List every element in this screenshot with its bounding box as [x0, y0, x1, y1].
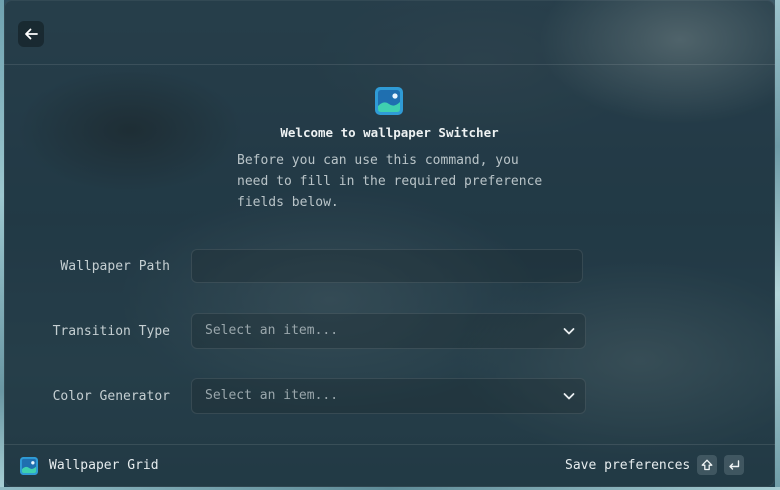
- shift-key-hint: [697, 455, 717, 475]
- wallpaper-path-input[interactable]: [192, 250, 582, 282]
- page-description: Before you can use this command, you nee…: [237, 153, 543, 210]
- save-preferences-button[interactable]: Save preferences: [565, 458, 690, 473]
- transition-type-dropdown[interactable]: Select an item...: [191, 313, 586, 349]
- wallpaper-path-field[interactable]: [191, 249, 583, 283]
- shift-icon: [701, 459, 713, 471]
- command-title: Wallpaper Grid: [49, 458, 159, 473]
- enter-icon: [729, 460, 740, 470]
- arrow-left-icon: [25, 28, 38, 40]
- wallpaper-image-icon: [375, 87, 403, 115]
- transition-type-label: Transition Type: [52, 324, 170, 339]
- header-bar: [4, 0, 775, 65]
- page-title: Welcome to wallpaper Switcher: [280, 125, 499, 140]
- action-bar: Wallpaper Grid Save preferences: [4, 444, 775, 488]
- launcher-window: Welcome to wallpaper Switcher Before you…: [4, 0, 775, 487]
- chevron-down-icon: [563, 393, 575, 400]
- wallpaper-path-label: Wallpaper Path: [60, 259, 170, 274]
- wallpaper-edge-right: [775, 0, 780, 490]
- chevron-down-icon: [563, 328, 575, 335]
- enter-key-hint: [724, 455, 744, 475]
- color-generator-dropdown[interactable]: Select an item...: [191, 378, 586, 414]
- back-button[interactable]: [18, 21, 44, 47]
- color-generator-placeholder: Select an item...: [205, 388, 339, 403]
- color-generator-label: Color Generator: [52, 389, 170, 404]
- transition-type-placeholder: Select an item...: [205, 323, 339, 338]
- wallpaper-image-icon: [20, 457, 38, 475]
